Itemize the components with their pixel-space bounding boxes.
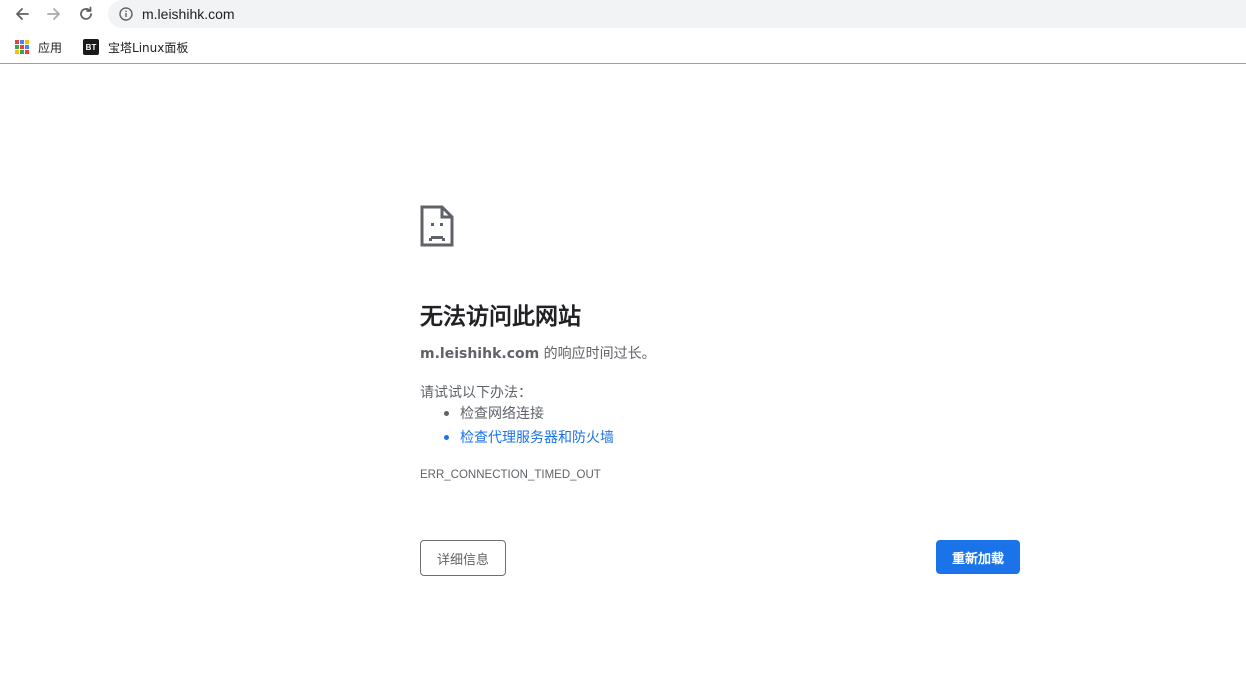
error-host: m.leishihk.com — [420, 346, 540, 362]
bookmark-apps-label: 应用 — [38, 40, 63, 55]
error-code: ERR_CONNECTION_TIMED_OUT — [420, 469, 601, 481]
address-bar[interactable]: m.leishihk.com — [108, 0, 1246, 28]
bookmark-apps[interactable]: 应用 — [11, 35, 66, 59]
suggestion-check-network: 检查网络连接 — [420, 404, 614, 428]
back-button[interactable] — [10, 3, 34, 25]
error-desc-suffix: 的响应时间过长。 — [539, 346, 656, 362]
bookmark-bt-panel[interactable]: BT 宝塔Linux面板 — [79, 35, 192, 59]
info-icon[interactable] — [118, 6, 134, 22]
suggestions-list: 检查网络连接 检查代理服务器和防火墙 — [420, 404, 614, 452]
url-text[interactable]: m.leishihk.com — [142, 6, 235, 22]
forward-button[interactable] — [42, 3, 66, 25]
reload-button[interactable] — [74, 3, 98, 25]
bookmark-bt-label: 宝塔Linux面板 — [108, 40, 189, 55]
error-heading: 无法访问此网站 — [420, 304, 581, 330]
suggestion-check-proxy-link[interactable]: 检查代理服务器和防火墙 — [420, 428, 614, 452]
bookmarks-bar: 应用 BT 宝塔Linux面板 — [0, 31, 1246, 64]
reload-page-button[interactable]: 重新加载 — [936, 540, 1020, 574]
arrow-right-icon — [47, 8, 60, 20]
arrow-left-icon — [16, 8, 29, 20]
error-description: m.leishihk.com 的响应时间过长。 — [420, 343, 656, 363]
details-button[interactable]: 详细信息 — [420, 540, 506, 576]
sad-page-icon — [420, 205, 454, 247]
reload-icon — [80, 6, 92, 20]
browser-toolbar: m.leishihk.com — [0, 0, 1246, 29]
apps-grid-icon — [15, 40, 29, 54]
bt-logo-icon: BT — [83, 39, 100, 55]
suggestions-title: 请试试以下办法： — [420, 385, 532, 401]
